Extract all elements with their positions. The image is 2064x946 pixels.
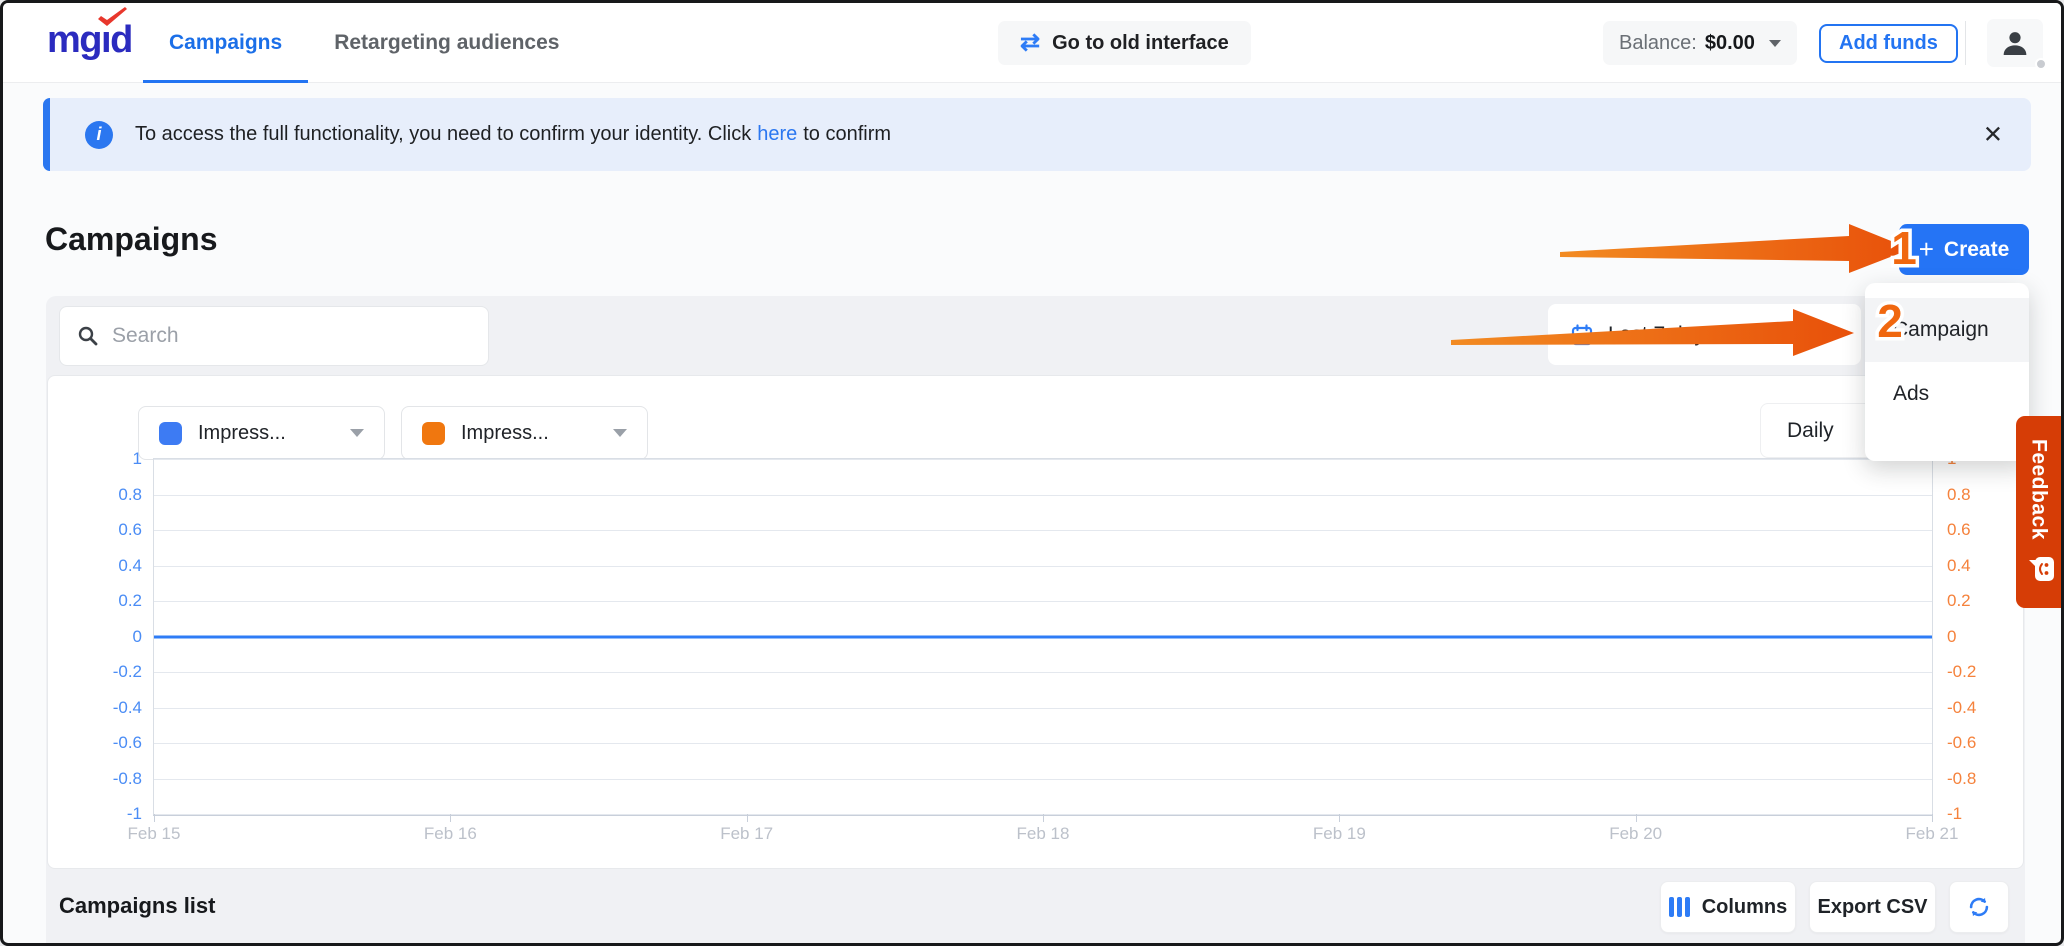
go-to-old-interface-button[interactable]: ⇄ Go to old interface [998, 21, 1251, 65]
confirm-identity-link[interactable]: here [757, 123, 797, 145]
swap-arrows-icon: ⇄ [1020, 31, 1040, 55]
refresh-button[interactable] [1949, 881, 2009, 933]
add-funds-button[interactable]: Add funds [1819, 24, 1958, 63]
main-nav-tabs: Campaigns Retargeting audiences [143, 3, 585, 83]
menu-item-campaign[interactable]: Campaign [1865, 298, 2029, 362]
feedback-bubble-icon [2023, 556, 2055, 582]
y-axis-left-tick: 0.8 [118, 485, 142, 505]
y-axis-right-tick: -0.4 [1947, 698, 1976, 718]
user-avatar-icon [1999, 27, 2031, 59]
feedback-label: Feedback [2027, 439, 2051, 540]
y-axis-left-tick: -0.4 [113, 698, 142, 718]
y-axis-right-tick: 0.8 [1947, 485, 1971, 505]
calendar-icon [1570, 323, 1594, 347]
y-axis-right-tick: 0 [1947, 627, 1956, 647]
columns-icon [1669, 897, 1690, 917]
go-to-old-interface-label: Go to old interface [1052, 32, 1229, 55]
export-csv-button[interactable]: Export CSV [1809, 881, 1936, 933]
close-icon[interactable]: ✕ [1983, 120, 2003, 149]
x-axis-tick: Feb 20 [1609, 824, 1662, 844]
y-axis-left-tick: 0 [133, 627, 142, 647]
identity-confirmation-banner: i To access the full functionality, you … [43, 98, 2031, 171]
y-axis-left-tick: -1 [127, 804, 142, 824]
x-axis-tick: Feb 16 [424, 824, 477, 844]
columns-button[interactable]: Columns [1660, 881, 1796, 933]
metric-left-label: Impress... [198, 422, 286, 445]
y-axis-left-tick: -0.6 [113, 733, 142, 753]
search-icon [76, 324, 100, 348]
y-axis-left-tick: -0.8 [113, 769, 142, 789]
feedback-tab[interactable]: Feedback [2016, 416, 2061, 608]
y-axis-right-tick: -1 [1947, 804, 1962, 824]
chevron-down-icon [350, 429, 364, 437]
arrow-1 [1560, 224, 1911, 273]
metric-right-label: Impress... [461, 422, 549, 445]
chart-plot: 110.80.80.60.60.40.40.20.200-0.2-0.2-0.4… [153, 458, 1933, 816]
granularity-label: Daily [1787, 419, 1834, 443]
profile-menu-button[interactable] [1987, 19, 2043, 67]
app-window: mgıd Campaigns Retargeting audiences ⇄ G… [0, 0, 2064, 946]
chevron-down-icon [1769, 40, 1781, 47]
balance-dropdown[interactable]: Balance: $0.00 [1603, 21, 1797, 65]
campaigns-list-title: Campaigns list [59, 893, 215, 919]
tab-retargeting-audiences[interactable]: Retargeting audiences [308, 3, 585, 83]
y-axis-right-tick: 0.6 [1947, 520, 1971, 540]
date-range-label: Last 7 days [1608, 323, 1715, 347]
create-button-label: Create [1944, 238, 2009, 262]
logo-i: ı [101, 19, 110, 61]
y-axis-left-tick: 0.2 [118, 591, 142, 611]
search-field[interactable] [59, 306, 489, 366]
orange-series-swatch [422, 422, 445, 445]
info-icon: i [85, 121, 113, 149]
top-navbar: mgıd Campaigns Retargeting audiences ⇄ G… [3, 3, 2061, 83]
x-axis-tick: Feb 21 [1906, 824, 1959, 844]
chevron-down-icon [613, 429, 627, 437]
x-axis-tick: Feb 15 [128, 824, 181, 844]
columns-label: Columns [1702, 896, 1788, 919]
y-axis-left-tick: 0.4 [118, 556, 142, 576]
y-axis-right-tick: -0.6 [1947, 733, 1976, 753]
y-axis-right-tick: 0.4 [1947, 556, 1971, 576]
status-dot [2035, 58, 2047, 70]
y-axis-right-tick: 0.2 [1947, 591, 1971, 611]
mgid-logo[interactable]: mgıd [47, 19, 132, 62]
logo-text: mg [47, 19, 101, 61]
y-axis-right-tick: -0.2 [1947, 662, 1976, 682]
header-divider [1965, 21, 1966, 65]
banner-message: To access the full functionality, you ne… [135, 123, 891, 146]
y-axis-right-tick: -0.8 [1947, 769, 1976, 789]
y-axis-left-tick: 1 [133, 449, 142, 469]
x-axis-tick: Feb 19 [1313, 824, 1366, 844]
x-axis-tick: Feb 17 [720, 824, 773, 844]
create-dropdown-menu: Campaign Ads [1865, 283, 2029, 461]
tab-campaigns[interactable]: Campaigns [143, 3, 308, 83]
metric-selector-right[interactable]: Impress... [401, 406, 648, 460]
menu-item-ads[interactable]: Ads [1865, 362, 2029, 426]
series-line [154, 635, 1932, 638]
y-axis-left-tick: 0.6 [118, 520, 142, 540]
balance-label: Balance: [1619, 32, 1697, 55]
search-input[interactable] [112, 324, 472, 348]
create-button[interactable]: + Create [1899, 224, 2029, 275]
metric-selector-left[interactable]: Impress... [138, 406, 385, 460]
x-axis-tick: Feb 18 [1017, 824, 1070, 844]
balance-value: $0.00 [1705, 32, 1755, 55]
refresh-icon [1966, 894, 1992, 920]
logo-check-icon [95, 7, 129, 29]
plus-icon: + [1919, 236, 1934, 262]
date-range-picker[interactable]: Last 7 days [1548, 304, 1861, 365]
y-axis-left-tick: -0.2 [113, 662, 142, 682]
blue-series-swatch [159, 422, 182, 445]
page-title: Campaigns [45, 221, 217, 258]
